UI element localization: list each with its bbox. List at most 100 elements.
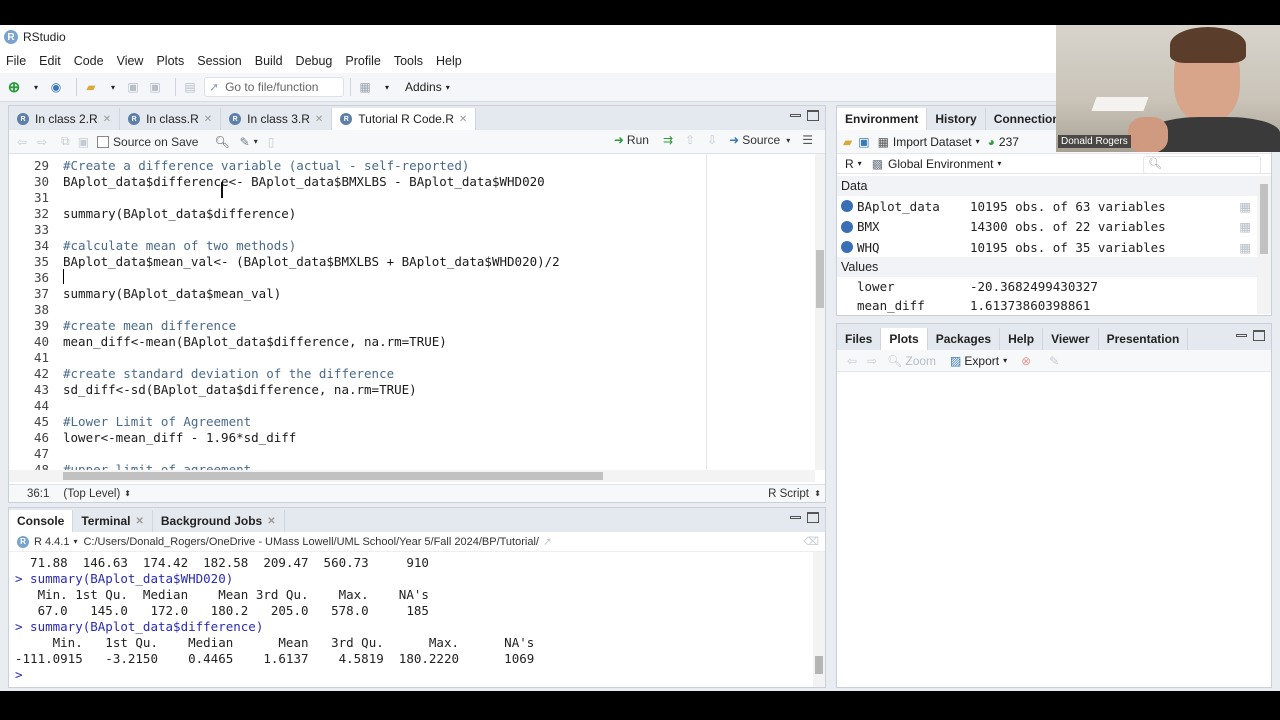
expand-dataset-icon[interactable]: [841, 200, 853, 212]
menu-tools[interactable]: Tools: [394, 54, 423, 68]
save-icon[interactable]: ▣: [125, 79, 141, 95]
show-in-window-icon[interactable]: ⧉: [61, 134, 70, 149]
file-type-dropdown-icon[interactable]: ⬍: [814, 489, 821, 498]
save-icon[interactable]: ▣: [78, 135, 89, 149]
find-icon[interactable]: 🔍︎: [214, 135, 229, 149]
minimize-pane-icon[interactable]: [790, 516, 801, 519]
import-dataset-icon[interactable]: ▦: [878, 135, 889, 149]
expand-dataset-icon[interactable]: [841, 241, 853, 253]
console-vertical-scrollbar[interactable]: [813, 552, 825, 687]
save-all-icon[interactable]: ▣: [147, 79, 163, 95]
language-selector[interactable]: R: [845, 157, 854, 171]
zoom-button[interactable]: Zoom: [905, 354, 936, 368]
scrollbar-thumb[interactable]: [63, 472, 603, 480]
go-down-icon[interactable]: ⇩: [707, 133, 717, 147]
import-dataset-button[interactable]: Import Dataset: [893, 135, 972, 149]
next-plot-icon[interactable]: ⇨: [867, 354, 877, 368]
environment-data-row[interactable]: WHQ 10195 obs. of 35 variables ▦: [837, 237, 1257, 257]
new-file-icon[interactable]: ⊕: [6, 79, 22, 96]
scope-dropdown-icon[interactable]: ⬍: [124, 489, 131, 498]
new-file-dropdown-icon[interactable]: ▾: [28, 79, 44, 95]
maximize-pane-icon[interactable]: [1253, 330, 1265, 341]
environment-value-row[interactable]: mean_diff 1.61373860398861: [837, 295, 1257, 315]
environment-data-row[interactable]: BMX 14300 obs. of 22 variables ▦: [837, 217, 1257, 237]
open-folder-icon[interactable]: ▰: [83, 79, 99, 95]
scrollbar-thumb[interactable]: [1260, 184, 1268, 254]
menu-file[interactable]: File: [6, 54, 26, 68]
menu-plots[interactable]: Plots: [156, 54, 184, 68]
clear-console-icon[interactable]: ⌫: [803, 535, 819, 548]
close-icon[interactable]: ✕: [459, 114, 467, 125]
scope-selector[interactable]: (Top Level): [63, 488, 120, 500]
export-dropdown-icon[interactable]: ▾: [1003, 356, 1007, 365]
tab-terminal[interactable]: Terminal ✕: [73, 510, 153, 532]
close-icon[interactable]: ✕: [315, 114, 323, 125]
workspace-panes-icon[interactable]: ▦: [357, 79, 373, 95]
menu-session[interactable]: Session: [197, 54, 241, 68]
tab-in-class-2[interactable]: R In class 2.R ✕: [9, 108, 121, 130]
source-button[interactable]: Source: [742, 133, 780, 147]
tab-plots[interactable]: Plots: [881, 328, 928, 350]
tab-viewer[interactable]: Viewer: [1043, 328, 1099, 350]
go-to-directory-icon[interactable]: ➚: [543, 535, 552, 548]
scrollbar-thumb[interactable]: [816, 250, 824, 308]
outline-icon[interactable]: ☰: [802, 133, 813, 147]
maximize-pane-icon[interactable]: [807, 110, 819, 121]
menu-code[interactable]: Code: [74, 54, 104, 68]
forward-arrow-icon[interactable]: ⇨: [37, 135, 47, 149]
addins-dropdown-icon[interactable]: ▾: [446, 83, 450, 92]
menu-edit[interactable]: Edit: [39, 54, 61, 68]
view-table-icon[interactable]: ▦: [1239, 219, 1251, 234]
environment-data-row[interactable]: BAplot_data 10195 obs. of 63 variables ▦: [837, 196, 1257, 216]
source-on-save-checkbox[interactable]: [97, 135, 110, 148]
editor-horizontal-scrollbar[interactable]: [9, 470, 815, 482]
minimize-pane-icon[interactable]: [1236, 334, 1247, 337]
tab-presentation[interactable]: Presentation: [1099, 328, 1189, 350]
back-arrow-icon[interactable]: ⇦: [17, 135, 27, 149]
view-table-icon[interactable]: ▦: [1239, 240, 1251, 255]
memory-usage[interactable]: 237: [999, 135, 1019, 149]
zoom-icon[interactable]: 🔍︎: [887, 354, 902, 368]
menu-profile[interactable]: Profile: [345, 54, 380, 68]
menu-debug[interactable]: Debug: [296, 54, 333, 68]
menu-view[interactable]: View: [117, 54, 144, 68]
close-icon[interactable]: ✕: [204, 114, 212, 125]
scrollbar-thumb[interactable]: [815, 656, 823, 674]
tab-files[interactable]: Files: [837, 328, 882, 350]
close-icon[interactable]: ✕: [103, 114, 111, 125]
minimize-pane-icon[interactable]: [790, 114, 801, 117]
previous-plot-icon[interactable]: ⇦: [847, 354, 857, 368]
print-icon[interactable]: ▤: [182, 79, 198, 95]
environment-selector[interactable]: Global Environment: [888, 157, 993, 171]
new-project-icon[interactable]: ◉: [48, 79, 64, 95]
menu-build[interactable]: Build: [255, 54, 283, 68]
export-button[interactable]: Export: [964, 354, 999, 368]
environment-dropdown-icon[interactable]: ▾: [997, 159, 1001, 168]
tab-packages[interactable]: Packages: [928, 328, 1001, 350]
code-tools-dropdown-icon[interactable]: ▾: [254, 137, 258, 146]
load-workspace-icon[interactable]: ▰: [843, 135, 852, 149]
compile-report-icon[interactable]: ▯: [268, 135, 275, 149]
expand-dataset-icon[interactable]: [841, 220, 853, 233]
environment-search-input[interactable]: 🔍︎: [1143, 156, 1261, 174]
tab-help[interactable]: Help: [1000, 328, 1044, 350]
remove-plot-icon[interactable]: ⊗: [1021, 354, 1031, 368]
memory-usage-icon[interactable]: ◕: [988, 135, 995, 149]
menu-help[interactable]: Help: [436, 54, 462, 68]
workspace-dropdown-icon[interactable]: ▾: [379, 79, 395, 95]
rerun-icon[interactable]: ⇉: [663, 133, 673, 147]
tab-console[interactable]: Console: [9, 510, 74, 532]
save-workspace-icon[interactable]: ▣: [858, 135, 869, 149]
open-dropdown-icon[interactable]: ▾: [105, 79, 121, 95]
tab-in-class[interactable]: R In class.R ✕: [120, 108, 222, 130]
environment-vertical-scrollbar[interactable]: [1257, 176, 1271, 314]
language-dropdown-icon[interactable]: ▾: [858, 159, 862, 168]
run-button[interactable]: Run: [627, 133, 649, 147]
view-table-icon[interactable]: ▦: [1239, 199, 1251, 214]
close-icon[interactable]: ✕: [267, 516, 275, 527]
source-dropdown-icon[interactable]: ▾: [786, 136, 790, 145]
run-icon[interactable]: ➜: [614, 133, 624, 147]
file-type-selector[interactable]: R Script: [768, 488, 809, 500]
close-icon[interactable]: ✕: [135, 516, 143, 527]
go-to-file-input[interactable]: ➚ Go to file/function: [204, 77, 344, 97]
